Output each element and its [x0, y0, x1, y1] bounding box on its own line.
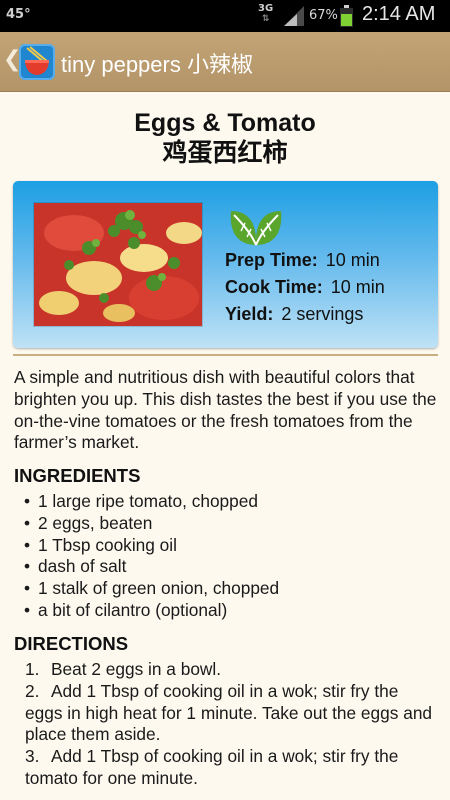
ingredients-heading: INGREDIENTS [14, 465, 141, 486]
bullet: • [24, 578, 31, 599]
list-item: • 2 eggs, beaten [24, 513, 439, 535]
bowl-chopsticks-icon[interactable] [19, 44, 55, 80]
prep-time-value: 10 min [325, 250, 380, 270]
action-bar: ❮ tiny peppers 小辣椒 [0, 32, 450, 92]
ingredient-text: 2 eggs, beaten [38, 512, 153, 533]
recipe-title: Eggs & Tomato [134, 109, 316, 137]
recipe-intro: A simple and nutritious dish with beauti… [14, 367, 437, 453]
yield-value: 2 servings [281, 304, 364, 324]
app-title: tiny peppers 小辣椒 [61, 52, 253, 77]
signal-icon [284, 6, 304, 26]
clock: 2:14 AM [362, 3, 436, 25]
directions-list: 1. Beat 2 eggs in a bowl. 2. Add 1 Tbsp of… [25, 659, 439, 790]
step-number: 3. [25, 746, 40, 767]
ingredient-text: dash of salt [38, 556, 127, 577]
directions-heading: DIRECTIONS [14, 633, 129, 654]
list-item: • 1 Tbsp cooking oil [24, 535, 439, 557]
list-item: • a bit of cilantro (optional) [24, 600, 439, 622]
cook-time-row: Cook Time: 10 min [225, 275, 385, 299]
dish-photo [33, 202, 203, 327]
bullet: • [24, 491, 31, 511]
bullet: • [24, 512, 31, 533]
ingredient-text: 1 large ripe tomato, chopped [38, 491, 258, 511]
prep-time-row: Prep Time: 10 min [225, 248, 380, 272]
list-item: 1. Beat 2 eggs in a bowl. [25, 659, 439, 681]
data-activity-icon: ⇅ [261, 14, 270, 24]
status-bar: 45° 3G ⇅ 67% 2:14 AM [0, 0, 450, 32]
ingredients-list: • 1 large ripe tomato, chopped • 2 eggs, b… [24, 491, 439, 622]
step-text: Add 1 Tbsp of cooking oil in a wok; stir… [25, 680, 433, 745]
ingredient-text: 1 stalk of green onion, chopped [38, 578, 280, 599]
ingredient-text: 1 Tbsp cooking oil [38, 534, 177, 555]
list-item: • 1 stalk of green onion, chopped [24, 578, 439, 600]
network-type: 3G [258, 3, 274, 14]
step-number: 2. [25, 680, 40, 701]
leaf-icon [230, 211, 282, 246]
battery-percent: 67% [309, 8, 338, 23]
ingredient-text: a bit of cilantro (optional) [38, 599, 228, 620]
yield-row: Yield: 2 servings [225, 302, 363, 326]
cook-time-value: 10 min [330, 277, 385, 297]
list-item: • dash of salt [24, 556, 439, 578]
step-text: Add 1 Tbsp of cooking oil in a wok; stir… [25, 746, 399, 788]
bullet: • [24, 599, 31, 620]
recipe-title-chinese: 鸡蛋西红柿 [162, 138, 288, 167]
prep-time-label: Prep Time: [225, 250, 318, 270]
network-indicator: 3G ⇅ [258, 3, 273, 25]
section-divider [13, 354, 438, 356]
yield-label: Yield: [225, 304, 274, 324]
step-text: Beat 2 eggs in a bowl. [51, 659, 222, 679]
step-number: 1. [25, 659, 40, 679]
list-item: 3. Add 1 Tbsp of cooking oil in a wok; st… [25, 746, 439, 790]
cook-time-label: Cook Time: [225, 277, 323, 297]
recipe-content[interactable]: Eggs & Tomato 鸡蛋西红柿 Prep Time: 10 min Co… [0, 93, 450, 800]
weather-temperature: 45° [6, 7, 31, 22]
list-item: • 1 large ripe tomato, chopped [24, 491, 439, 513]
recipe-info-card: Prep Time: 10 min Cook Time: 10 min Yield:… [13, 181, 438, 348]
bullet: • [24, 534, 31, 555]
battery-icon [340, 5, 353, 27]
bullet: • [24, 556, 31, 577]
list-item: 2. Add 1 Tbsp of cooking oil in a wok; st… [25, 681, 439, 746]
